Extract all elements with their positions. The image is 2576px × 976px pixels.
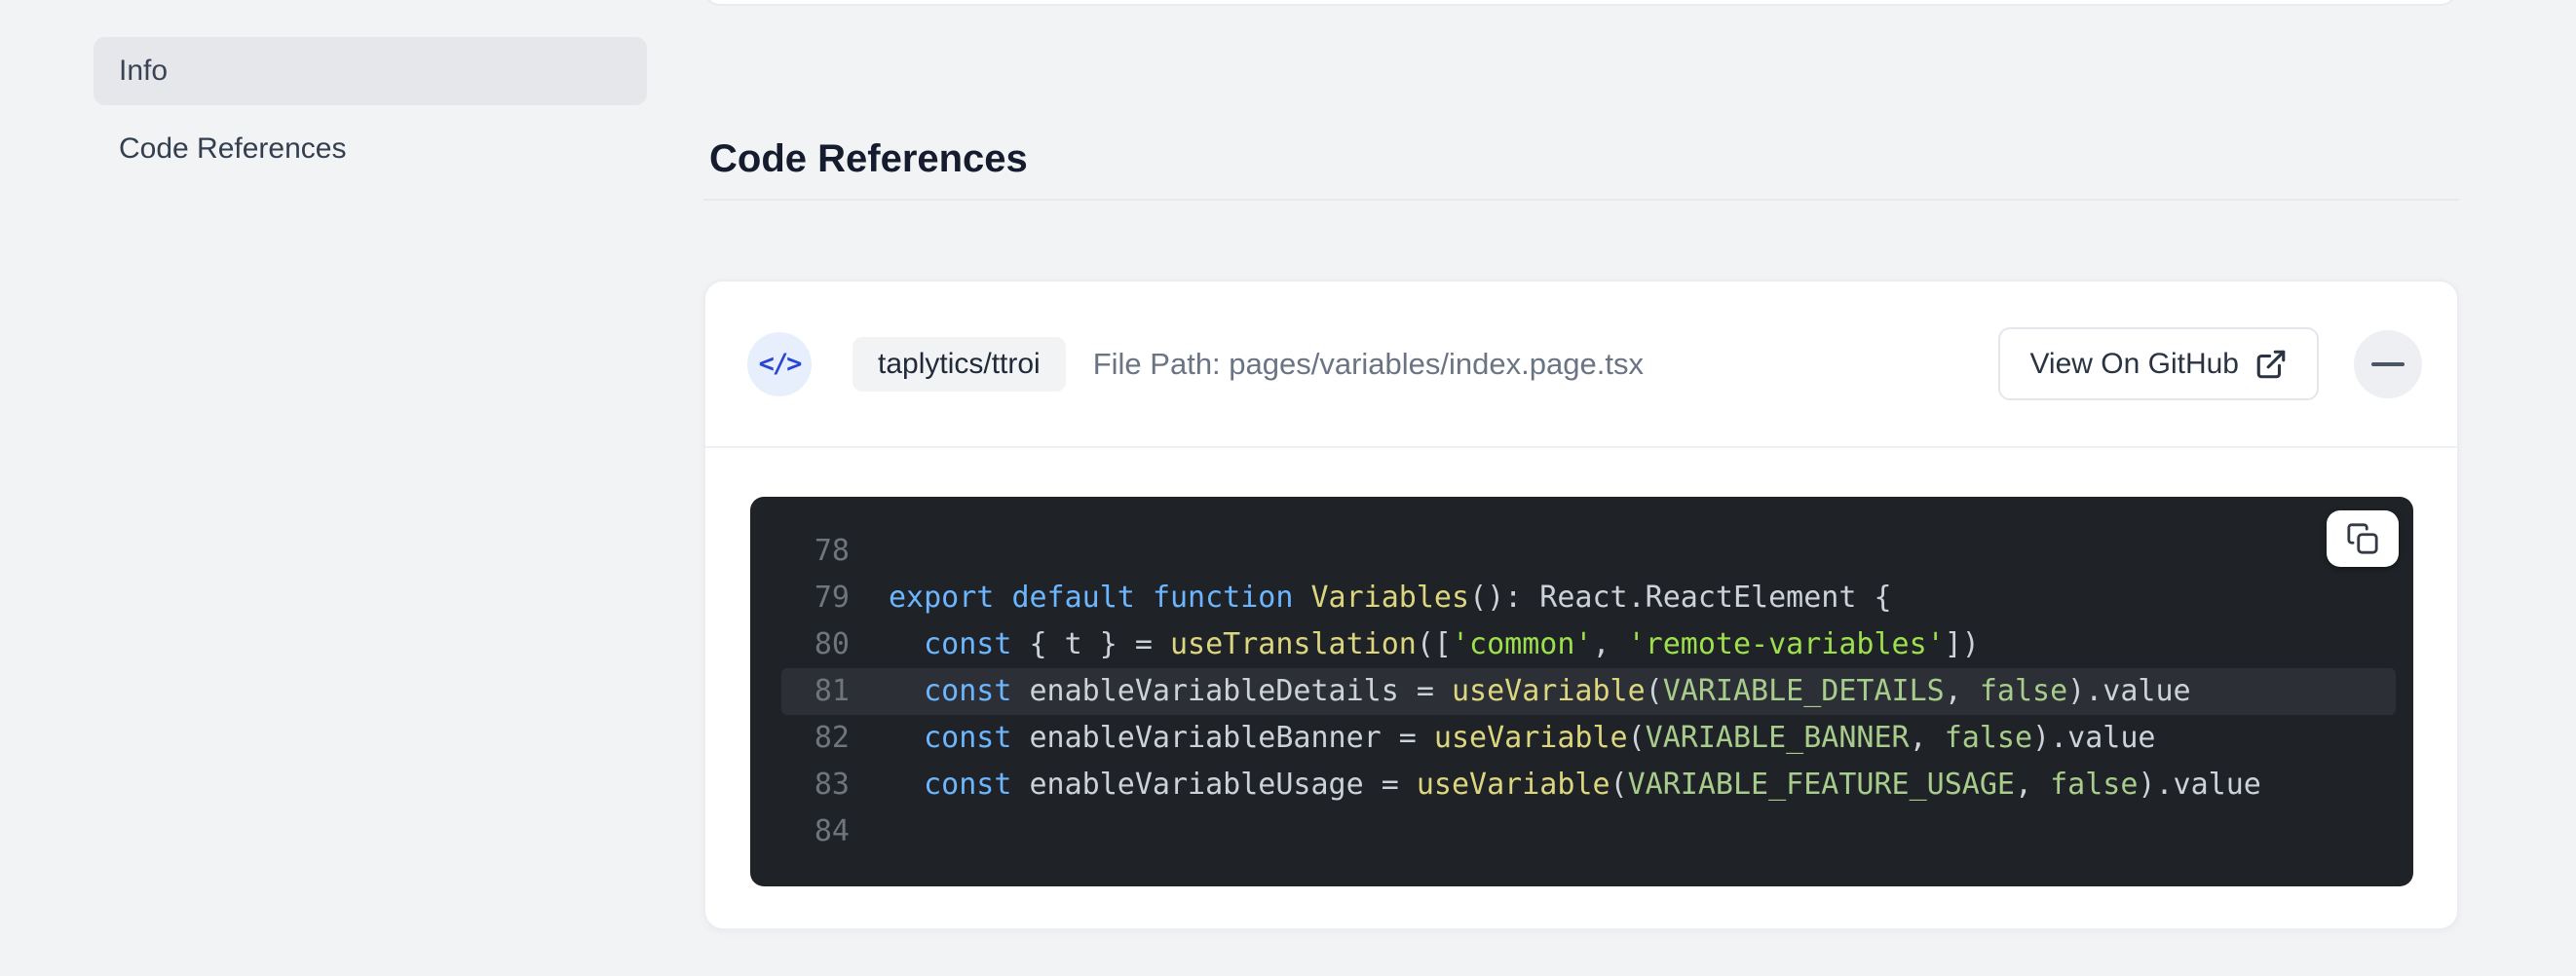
- external-link-icon: [2254, 348, 2288, 381]
- line-number: 84: [781, 808, 850, 855]
- repo-tag: taplytics/ttroi: [852, 337, 1066, 392]
- code-text: const enableVariableUsage = useVariable(…: [889, 762, 2261, 808]
- line-number: 79: [781, 575, 850, 621]
- code-text: const { t } = useTranslation(['common', …: [889, 621, 1980, 668]
- code-line: 80 const { t } = useTranslation(['common…: [781, 621, 2396, 668]
- view-on-github-button[interactable]: View On GitHub: [1998, 327, 2319, 400]
- minus-icon: [2371, 362, 2405, 366]
- previous-card-bottom-edge: [703, 0, 2457, 6]
- code-lines: 7879 export default function Variables():…: [750, 528, 2413, 855]
- sidebar-item-label: Code References: [119, 132, 346, 166]
- line-number: 83: [781, 762, 850, 808]
- page-title: Code References: [709, 137, 1028, 181]
- copy-icon: [2346, 522, 2379, 555]
- line-number: 81: [781, 668, 850, 715]
- code-reference-card: </> taplytics/ttroi File Path: pages/var…: [703, 280, 2459, 930]
- view-on-github-label: View On GitHub: [2029, 348, 2239, 381]
- code-line: 83 const enableVariableUsage = useVariab…: [781, 762, 2396, 808]
- page: Info Code References Code References </>…: [0, 0, 2576, 976]
- code-reference-card-header: </> taplytics/ttroi File Path: pages/var…: [705, 282, 2457, 448]
- code-slash-icon: </>: [747, 332, 812, 396]
- code-block: 7879 export default function Variables():…: [750, 497, 2413, 886]
- code-line: 78: [781, 528, 2396, 575]
- collapse-button[interactable]: [2354, 330, 2422, 398]
- copy-code-button[interactable]: [2327, 510, 2399, 567]
- code-line: 84: [781, 808, 2396, 855]
- sidebar-item-info[interactable]: Info: [94, 37, 647, 105]
- code-line: 79 export default function Variables(): R…: [781, 575, 2396, 621]
- sidebar-item-label: Info: [119, 55, 168, 88]
- line-number: 82: [781, 715, 850, 762]
- divider: [703, 199, 2459, 201]
- line-number: 80: [781, 621, 850, 668]
- sidebar-item-code-references[interactable]: Code References: [94, 115, 647, 183]
- file-path-label: File Path: pages/variables/index.page.ts…: [1093, 347, 1644, 382]
- code-line-highlighted: 81 const enableVariableDetails = useVari…: [781, 668, 2396, 715]
- code-line: 82 const enableVariableBanner = useVaria…: [781, 715, 2396, 762]
- code-text: export default function Variables(): Rea…: [889, 575, 1892, 621]
- code-text: const enableVariableDetails = useVariabl…: [889, 668, 2191, 715]
- code-text: const enableVariableBanner = useVariable…: [889, 715, 2155, 762]
- line-number: 78: [781, 528, 850, 575]
